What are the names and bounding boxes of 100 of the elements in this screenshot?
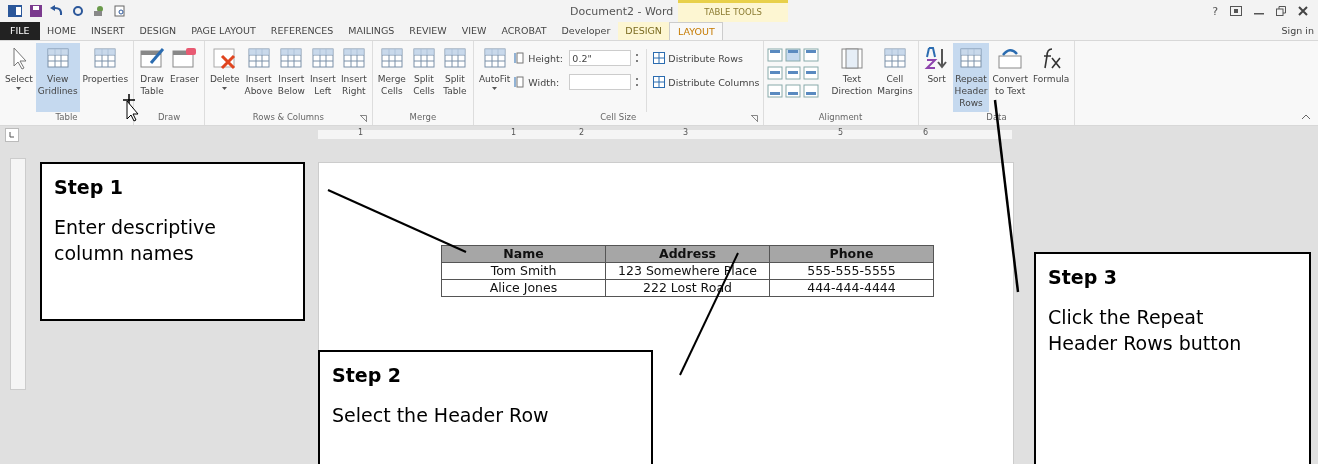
ribbon-command[interactable]: Distribute Rows bbox=[668, 52, 743, 64]
ribbon-button[interactable]: View Gridlines bbox=[35, 43, 80, 112]
input-field[interactable]: 0.2" bbox=[569, 50, 632, 66]
group-label: Cell Size bbox=[600, 112, 637, 122]
grid-icon bbox=[881, 46, 908, 70]
eraser-icon bbox=[171, 46, 198, 70]
ribbon-tab[interactable]: MAILINGS bbox=[340, 22, 402, 40]
table-header-cell: Phone bbox=[769, 245, 934, 263]
field-label: Height: bbox=[528, 52, 564, 64]
ribbon-tab[interactable]: HOME bbox=[39, 22, 84, 40]
ruler-number: 1 bbox=[511, 128, 517, 137]
ribbon-tab[interactable]: VIEW bbox=[454, 22, 494, 40]
grid-icon bbox=[410, 46, 437, 70]
ribbon-tab[interactable]: Developer bbox=[554, 22, 618, 40]
group-label: Merge bbox=[409, 112, 437, 122]
grid-icon bbox=[340, 46, 367, 70]
callout-title: Step 2 bbox=[332, 363, 403, 388]
callout-text: Enter descriptive column names bbox=[54, 215, 217, 266]
table-cell: 444-444-4444 bbox=[769, 279, 934, 297]
print-preview-icon[interactable] bbox=[114, 5, 126, 17]
table-header-cell: Address bbox=[605, 245, 770, 263]
ribbon-button[interactable]: Split Cells bbox=[408, 43, 439, 112]
collapse-ribbon-icon[interactable] bbox=[1302, 114, 1310, 119]
delete-icon bbox=[211, 46, 238, 70]
ribbon-button[interactable]: Cell Margins bbox=[875, 43, 915, 112]
group-label: Rows & Columns bbox=[252, 112, 324, 122]
touch-icon[interactable] bbox=[92, 5, 106, 17]
grid-icon bbox=[958, 46, 984, 70]
grid-icon bbox=[441, 46, 468, 70]
ribbon-button[interactable]: Insert Above bbox=[242, 43, 275, 112]
redo-icon[interactable] bbox=[72, 5, 84, 17]
ribbon-display-icon[interactable] bbox=[1230, 6, 1242, 16]
ribbon-button[interactable]: Text Direction bbox=[829, 43, 875, 112]
ruler-number: 5 bbox=[838, 128, 844, 137]
restore-icon[interactable] bbox=[1276, 6, 1286, 16]
ribbon-tab[interactable]: DESIGN bbox=[132, 22, 184, 40]
ribbon-command[interactable]: Distribute Columns bbox=[668, 76, 760, 88]
dialog-launcher-icon[interactable] bbox=[750, 115, 758, 122]
word-icon[interactable] bbox=[8, 5, 22, 17]
ribbon-button[interactable]: Convert to Text bbox=[990, 43, 1030, 112]
grid-icon bbox=[92, 46, 119, 70]
ribbon-button[interactable]: Delete bbox=[207, 43, 242, 112]
spinner-icon[interactable] bbox=[634, 52, 641, 64]
context-group-label: TABLE TOOLS bbox=[678, 0, 788, 22]
sort-icon bbox=[923, 46, 950, 70]
dialog-launcher-icon[interactable] bbox=[359, 115, 367, 122]
ribbon-tab[interactable]: REVIEW bbox=[401, 22, 455, 40]
save-icon[interactable] bbox=[30, 5, 42, 17]
ribbon-tab[interactable]: ACROBAT bbox=[493, 22, 554, 40]
column-width-icon bbox=[513, 76, 526, 88]
ribbon-tab[interactable]: DESIGN bbox=[617, 22, 670, 40]
close-icon[interactable] bbox=[1298, 6, 1308, 16]
callout-title: Step 1 bbox=[54, 175, 125, 200]
row-height-icon bbox=[513, 52, 526, 64]
grid-icon bbox=[245, 46, 272, 70]
ribbon-button[interactable]: AutoFit bbox=[476, 43, 513, 112]
ribbon-button[interactable]: Draw Table bbox=[137, 43, 168, 112]
callout-title: Step 3 bbox=[1048, 265, 1119, 290]
pencil-icon bbox=[139, 46, 166, 70]
table-cell: Alice Jones bbox=[441, 279, 606, 297]
ruler-number: 2 bbox=[579, 128, 585, 137]
ruler-number: 3 bbox=[683, 128, 689, 137]
ribbon-button[interactable]: Split Table bbox=[439, 43, 470, 112]
undo-icon[interactable] bbox=[50, 5, 64, 17]
ruler-number: 6 bbox=[923, 128, 929, 137]
ribbon-button[interactable]: Repeat Header Rows bbox=[952, 43, 990, 112]
ribbon-button[interactable]: Insert Right bbox=[338, 43, 369, 112]
ribbon-button[interactable]: Merge Cells bbox=[375, 43, 408, 112]
lines-icon bbox=[838, 46, 865, 70]
ribbon-tab[interactable]: REFERENCES bbox=[263, 22, 341, 40]
callout-text: Select the Header Row bbox=[332, 403, 550, 428]
sign-in-link[interactable]: Sign in bbox=[1281, 22, 1318, 40]
window-title: Document2 - Word bbox=[570, 4, 674, 18]
ribbon-button[interactable]: Eraser bbox=[168, 43, 201, 112]
ruler-number: 1 bbox=[358, 128, 364, 137]
ribbon-tab[interactable]: INSERT bbox=[83, 22, 133, 40]
ribbon-button[interactable]: Select bbox=[3, 43, 35, 112]
ribbon-button[interactable]: Insert Left bbox=[307, 43, 338, 112]
distribute-icon bbox=[653, 52, 666, 64]
ribbon-button[interactable]: Insert Below bbox=[275, 43, 307, 112]
help-button[interactable]: ? bbox=[1212, 4, 1218, 18]
grid-icon bbox=[278, 46, 305, 70]
table-cell: Tom Smith bbox=[441, 262, 606, 280]
grid-icon bbox=[44, 46, 71, 70]
spinner-icon[interactable] bbox=[634, 76, 641, 88]
table-header-cell: Name bbox=[441, 245, 606, 263]
input-field[interactable] bbox=[569, 74, 632, 90]
table-cell: 555-555-5555 bbox=[769, 262, 934, 280]
ribbon-tab[interactable]: FILE bbox=[0, 22, 40, 40]
grid-icon bbox=[309, 46, 336, 70]
group-label: Alignment bbox=[818, 112, 863, 122]
convert-icon bbox=[997, 46, 1024, 70]
callout-text: Click the Repeat Header Rows button bbox=[1048, 305, 1243, 356]
distribute-icon bbox=[653, 76, 666, 88]
ribbon-tab[interactable]: PAGE LAYOUT bbox=[183, 22, 264, 40]
grid-icon bbox=[378, 46, 405, 70]
ribbon-button[interactable]: Formula bbox=[1030, 43, 1072, 112]
ribbon-button[interactable]: Properties bbox=[80, 43, 131, 112]
ribbon-button[interactable]: Sort bbox=[921, 43, 952, 112]
grid-icon bbox=[481, 46, 508, 70]
